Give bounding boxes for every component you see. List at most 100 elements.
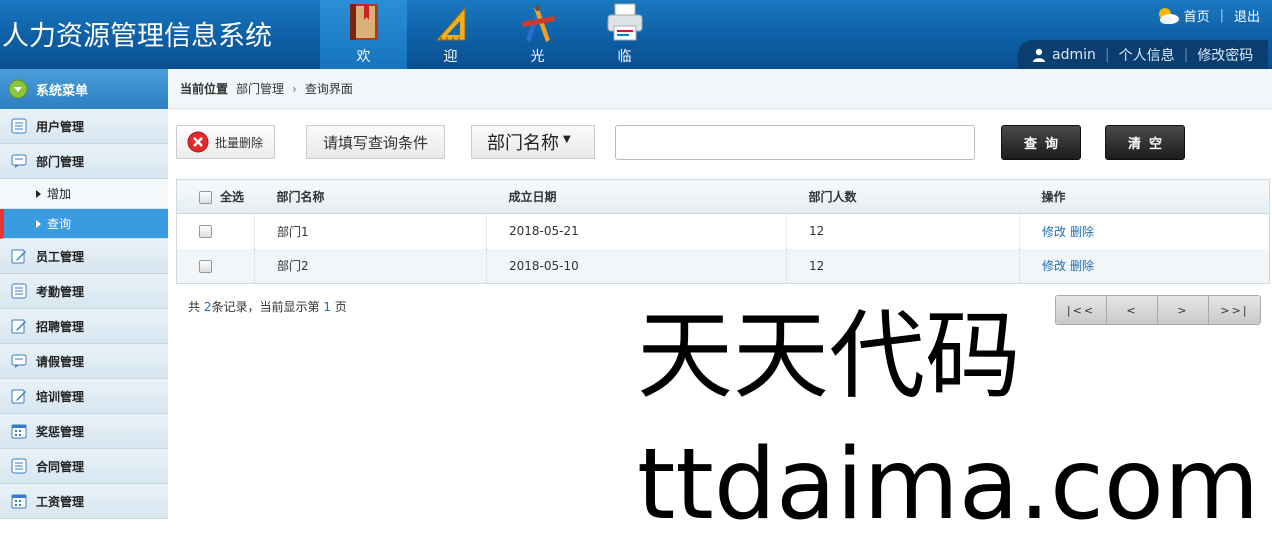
search-input[interactable] [615,125,975,160]
sidebar-item-salary[interactable]: 工资管理 [0,484,168,519]
profile-link[interactable]: 个人信息 [1119,45,1175,65]
breadcrumb-current: 查询界面 [304,82,353,96]
sidebar-item-label: 招聘管理 [36,319,85,334]
pager-prefix: 共 [188,300,201,314]
sidebar-subitem-query[interactable]: 查询 [0,209,168,239]
book-icon [350,4,378,40]
prev-page-button[interactable]: < [1107,296,1158,324]
sidebar-item-leave[interactable]: 请假管理 [0,344,168,379]
sidebar-item-departments[interactable]: 部门管理 [0,144,168,179]
sidebar-item-contracts[interactable]: 合同管理 [0,449,168,484]
home-link[interactable]: 首页 [1184,6,1210,25]
username[interactable]: admin [1052,47,1096,63]
first-page-button[interactable]: |<< [1056,296,1107,324]
row-checkbox[interactable] [199,259,212,273]
table-row: 部门1 2018-05-21 12 修改 删除 [176,213,1270,249]
sidebar-item-label: 奖惩管理 [36,424,85,439]
user-bar: admin | 个人信息 | 修改密码 [1018,40,1268,69]
dropdown-arrow-icon: ▼ [563,133,571,145]
clear-button[interactable]: 清空 [1105,125,1185,160]
watermark-url: ttdaima.com [637,428,1260,542]
calendar-icon [11,424,27,439]
sidebar-item-label: 部门管理 [36,154,85,169]
last-page-button[interactable]: >>| [1209,296,1260,324]
sidebar-item-label: 考勤管理 [36,284,85,299]
sidebar-item-label: 用户管理 [36,119,85,134]
next-page-button[interactable]: > [1158,296,1209,324]
topnav-label: 欢 [356,49,371,65]
chat-icon [11,354,27,368]
pencil-tools-icon [522,5,555,42]
breadcrumb-arrow: › [292,81,297,96]
separator: | [1183,46,1189,63]
breadcrumb-parent[interactable]: 部门管理 [236,80,284,97]
query-button[interactable]: 查询 [1001,125,1081,160]
logout-link[interactable]: 退出 [1234,6,1260,25]
query-condition-button[interactable]: 请填写查询条件 [306,125,445,159]
change-password-link[interactable]: 修改密码 [1197,45,1253,65]
row-checkbox[interactable] [199,225,212,239]
sidebar-item-label: 请假管理 [36,354,85,369]
cell-date: 2018-05-21 [486,213,787,249]
edit-icon [11,389,26,404]
pager-page: 1 [323,300,331,314]
row-select-cell [176,248,255,284]
delete-link[interactable]: 删除 [1070,225,1094,239]
batch-delete-button[interactable]: 批量删除 [176,125,275,159]
table-row: 部门2 2018-05-10 12 修改 删除 [176,248,1270,284]
topnav-item-1[interactable]: 欢 [320,0,407,69]
breadcrumb: 当前位置 部门管理 › 查询界面 [168,69,1272,109]
topnav-item-3[interactable]: 光 [494,0,581,69]
chat-icon [11,154,27,168]
calendar-icon [11,494,27,509]
sidebar-item-label: 培训管理 [36,389,85,404]
sidebar-item-attendance[interactable]: 考勤管理 [0,274,168,309]
topnav-item-4[interactable]: 临 [581,0,668,69]
pager-mid: 条记录，当前显示第 [211,300,320,314]
edit-link[interactable]: 修改 [1042,259,1066,273]
sidebar-item-training[interactable]: 培训管理 [0,379,168,414]
topnav-label: 临 [617,49,632,65]
sidebar-header[interactable]: 系统菜单 [0,69,168,109]
sidebar-item-rewards[interactable]: 奖惩管理 [0,414,168,449]
topnav-item-2[interactable]: 迎 [407,0,494,69]
select-all-checkbox[interactable] [199,191,212,204]
sidebar-item-label: 合同管理 [36,459,85,474]
delete-link[interactable]: 删除 [1070,259,1094,273]
sidebar-item-label: 工资管理 [36,494,85,509]
cell-name: 部门1 [254,213,487,249]
sidebar-subitem-label: 查询 [47,217,72,231]
header-name: 部门名称 [254,179,487,214]
breadcrumb-label: 当前位置 [180,82,229,96]
sidebar-item-recruitment[interactable]: 招聘管理 [0,309,168,344]
sidebar: 系统菜单 用户管理 部门管理 增加 查询 员工管理 考勤管理 招聘管理 请假管理… [0,69,168,519]
sidebar-item-users[interactable]: 用户管理 [0,109,168,144]
cell-name: 部门2 [254,248,487,284]
pagination: |<< < > >>| [1055,295,1261,325]
delete-icon [187,131,209,153]
sidebar-subitem-label: 增加 [47,187,72,201]
table-header-row: 全选 部门名称 成立日期 部门人数 操作 [176,179,1270,214]
sidebar-subitem-add[interactable]: 增加 [0,179,168,209]
menu-toggle-icon [8,79,28,99]
header-select-all: 全选 [176,179,255,214]
app-header: 人力资源管理信息系统 欢 迎 光 临 首页 | 退出 admin | 个人信息 … [0,0,1272,69]
pager-suffix: 页 [334,300,347,314]
ruler-icon [435,6,466,41]
batch-delete-label: 批量删除 [215,135,264,150]
sidebar-item-label: 员工管理 [36,249,85,264]
edit-icon [11,249,26,264]
list-icon [11,118,27,134]
topnav-label: 迎 [443,49,458,65]
weather-icon [1158,7,1179,24]
cell-count: 12 [786,213,1020,249]
cell-date: 2018-05-10 [486,248,787,284]
edit-link[interactable]: 修改 [1042,225,1066,239]
toolbar: 批量删除 请填写查询条件 部门名称 ▼ 查询 清空 [168,125,1272,161]
pager-info: 共 2条记录，当前显示第 1 页 [188,298,347,315]
watermark-chinese: 天天代码 [637,300,1021,412]
header-ops: 操作 [1019,179,1270,214]
sidebar-item-employees[interactable]: 员工管理 [0,239,168,274]
field-select-value: 部门名称 [487,133,559,154]
field-select[interactable]: 部门名称 ▼ [471,125,595,159]
